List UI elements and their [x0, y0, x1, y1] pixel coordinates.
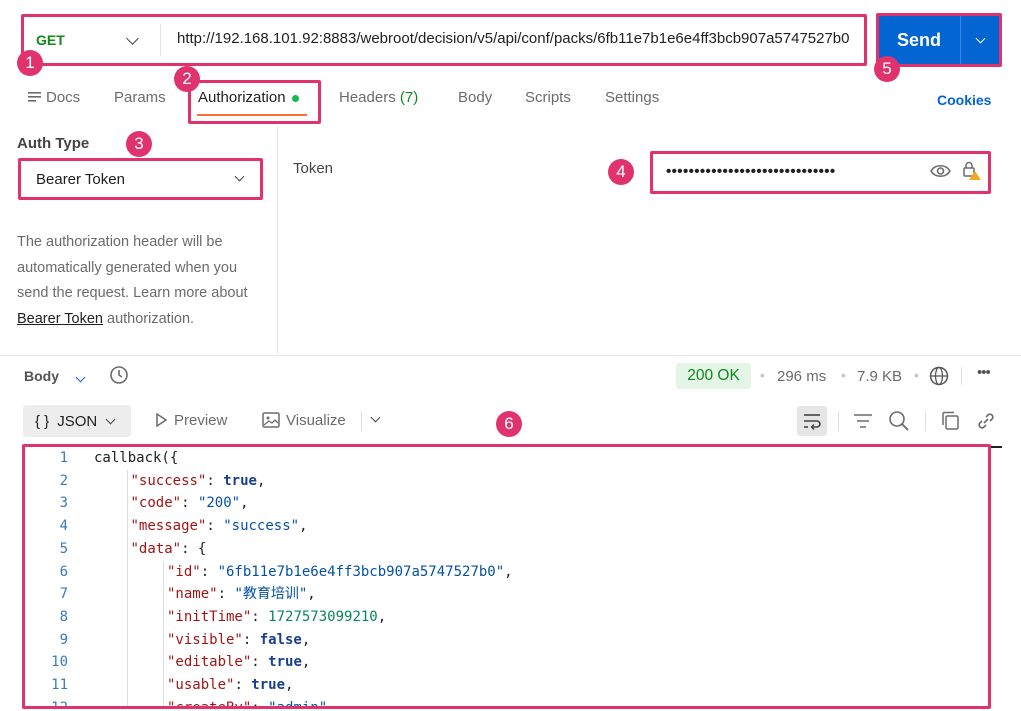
- annotation-marker-1: 1: [17, 50, 43, 76]
- filter-icon[interactable]: [853, 411, 873, 431]
- highlight-box-2: [188, 80, 321, 124]
- response-body-label: Body: [24, 368, 59, 384]
- annotation-marker-3: 3: [126, 131, 152, 157]
- format-label: JSON: [57, 412, 98, 430]
- history-icon[interactable]: [108, 365, 130, 385]
- separator-dot: •: [841, 367, 846, 383]
- copy-icon[interactable]: [940, 410, 962, 432]
- visualize-button[interactable]: Visualize: [262, 412, 346, 429]
- tab-body[interactable]: Body: [458, 89, 492, 106]
- auth-description: The authorization header will be automat…: [17, 230, 272, 332]
- highlight-box-6: [22, 444, 991, 709]
- globe-icon[interactable]: [929, 366, 949, 386]
- tab-params[interactable]: Params: [114, 89, 166, 106]
- response-size: 7.9 KB: [857, 368, 903, 385]
- highlight-box-1: [21, 14, 867, 66]
- wrap-lines-button[interactable]: [797, 406, 827, 436]
- format-selector[interactable]: { } JSON: [23, 405, 131, 437]
- search-icon[interactable]: [888, 410, 910, 432]
- headers-count: (7): [399, 89, 419, 106]
- more-options-icon[interactable]: •••: [977, 364, 991, 381]
- link-icon[interactable]: [975, 410, 997, 432]
- tab-headers[interactable]: Headers (7): [339, 89, 418, 106]
- divider: [277, 126, 278, 354]
- highlight-box-4: [650, 151, 991, 194]
- docs-icon: [28, 92, 41, 102]
- annotation-marker-4: 4: [608, 159, 634, 185]
- highlight-box-3: [18, 158, 263, 200]
- bearer-token-link[interactable]: Bearer Token: [17, 311, 103, 327]
- tab-docs[interactable]: Docs: [28, 89, 80, 106]
- preview-button[interactable]: Preview: [154, 412, 227, 429]
- chevron-down-icon: [105, 414, 116, 424]
- separator-dot: •: [760, 367, 765, 383]
- play-icon: [156, 412, 168, 428]
- divider: [925, 411, 926, 431]
- separator-dot: •: [914, 367, 919, 383]
- wrap-lines-icon: [804, 414, 821, 430]
- annotation-marker-5: 5: [874, 56, 900, 82]
- braces-icon: { }: [35, 412, 50, 430]
- auth-type-label: Auth Type: [17, 135, 90, 152]
- chevron-down-icon[interactable]: [370, 412, 381, 423]
- response-body-selector[interactable]: Body: [24, 368, 86, 384]
- chevron-down-icon: [75, 372, 86, 383]
- auth-description-text: The authorization header will be automat…: [17, 234, 248, 301]
- status-badge: 200 OK: [676, 363, 751, 389]
- image-icon: [262, 412, 280, 428]
- divider: [961, 367, 962, 385]
- tab-headers-label: Headers: [339, 89, 396, 106]
- annotation-marker-6: 6: [496, 411, 522, 437]
- visualize-label: Visualize: [286, 412, 346, 429]
- token-label: Token: [293, 160, 334, 177]
- preview-label: Preview: [174, 412, 228, 429]
- divider: [0, 355, 1021, 356]
- divider: [838, 411, 839, 431]
- tab-settings[interactable]: Settings: [605, 89, 659, 106]
- tab-scripts[interactable]: Scripts: [525, 89, 571, 106]
- auth-description-end: authorization.: [107, 310, 195, 327]
- response-time: 296 ms: [777, 368, 827, 385]
- cookies-link[interactable]: Cookies: [937, 92, 991, 108]
- annotation-marker-2: 2: [174, 66, 200, 92]
- divider: [361, 411, 362, 431]
- tab-docs-label: Docs: [46, 89, 81, 106]
